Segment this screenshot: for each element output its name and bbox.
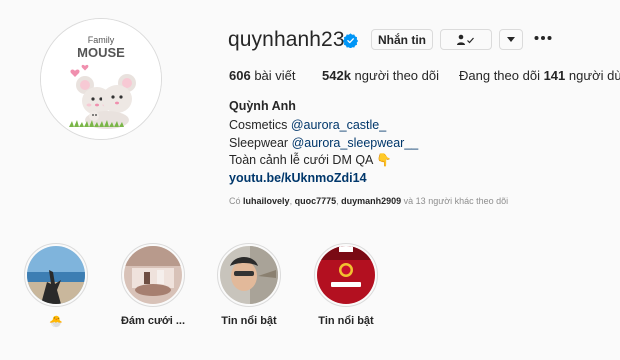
mention-link-aurora-sleepwear[interactable]: @aurora_sleepwear__ bbox=[292, 136, 419, 150]
followers-count[interactable]: 542k người theo dõi bbox=[322, 68, 439, 83]
highlight-cover bbox=[24, 243, 88, 307]
posts-label: bài viết bbox=[254, 68, 296, 83]
story-highlight[interactable]: Tin nổi bật bbox=[301, 243, 391, 327]
following-label: người dùng bbox=[568, 68, 620, 83]
followed-by-user: quoc7775 bbox=[294, 196, 337, 206]
following-prefix: Đang theo dõi bbox=[459, 68, 540, 83]
chevron-down-icon bbox=[507, 37, 515, 42]
highlight-cover bbox=[314, 243, 378, 307]
mention-link-aurora-castle[interactable]: @aurora_castle_ bbox=[291, 118, 386, 132]
posts-count: 606 bài viết bbox=[229, 68, 296, 83]
pointing-down-emoji: 👇 bbox=[376, 153, 392, 167]
followers-number: 542k bbox=[322, 68, 351, 83]
following-number: 141 bbox=[543, 68, 566, 83]
followed-by-user: luhailovely bbox=[243, 196, 290, 206]
highlight-image-selfie bbox=[220, 246, 278, 304]
bio-full-name: Quỳnh Anh bbox=[229, 99, 296, 113]
highlight-cover bbox=[217, 243, 281, 307]
following-count[interactable]: Đang theo dõi 141 người dùng bbox=[459, 68, 620, 83]
more-dots-icon[interactable] bbox=[534, 35, 552, 41]
highlight-label: Tin nổi bật bbox=[221, 315, 277, 327]
bio-external-link[interactable]: youtu.be/kUknmoZdi14 bbox=[229, 171, 367, 185]
avatar-text-top: Family bbox=[88, 35, 115, 45]
following-status-button[interactable] bbox=[440, 29, 492, 50]
highlight-image-beach bbox=[27, 246, 85, 304]
highlight-label: Đám cưới ... bbox=[120, 315, 186, 327]
profile-username: quynhanh23 bbox=[228, 28, 345, 51]
bio-line-sleepwear: Sleepwear @aurora_sleepwear__ bbox=[229, 136, 418, 150]
family-mouse-illustration: Family MOUSE bbox=[41, 19, 161, 139]
bio-line-wedding: Toàn cảnh lễ cưới DM QA 👇 bbox=[229, 153, 392, 168]
highlight-cover bbox=[121, 243, 185, 307]
bio-line-cosmetics: Cosmetics @aurora_castle_ bbox=[229, 118, 386, 132]
highlight-label: 🐣 bbox=[49, 316, 63, 328]
profile-avatar[interactable]: Family MOUSE bbox=[40, 18, 162, 140]
story-highlight[interactable]: 🐣 bbox=[11, 243, 101, 328]
person-check-icon bbox=[457, 34, 474, 45]
followed-by-suffix: và 13 người khác theo dõi bbox=[403, 196, 509, 206]
followed-by-prefix: Có bbox=[229, 196, 241, 206]
bio-line2-text: Sleepwear bbox=[229, 136, 289, 150]
highlight-image-jersey bbox=[317, 246, 375, 304]
followed-by-text[interactable]: Có luhailovely, quoc7775, duymanh2909 và… bbox=[229, 196, 508, 206]
highlight-label: Tin nổi bật bbox=[318, 315, 374, 327]
suggested-dropdown-button[interactable] bbox=[499, 29, 523, 50]
followed-by-user: duymanh2909 bbox=[341, 196, 402, 206]
avatar-text-main: MOUSE bbox=[77, 45, 125, 60]
verified-badge-icon bbox=[343, 33, 358, 48]
bio-line1-text: Cosmetics bbox=[229, 118, 288, 132]
posts-number: 606 bbox=[229, 68, 251, 83]
highlight-image-wedding bbox=[124, 246, 182, 304]
message-button[interactable]: Nhắn tin bbox=[371, 29, 433, 50]
bio-line3-text: Toàn cảnh lễ cưới DM QA bbox=[229, 153, 373, 167]
story-highlight[interactable]: Tin nổi bật bbox=[204, 243, 294, 327]
story-highlight[interactable]: Đám cưới ... bbox=[108, 243, 198, 327]
followers-label: người theo dõi bbox=[354, 68, 439, 83]
